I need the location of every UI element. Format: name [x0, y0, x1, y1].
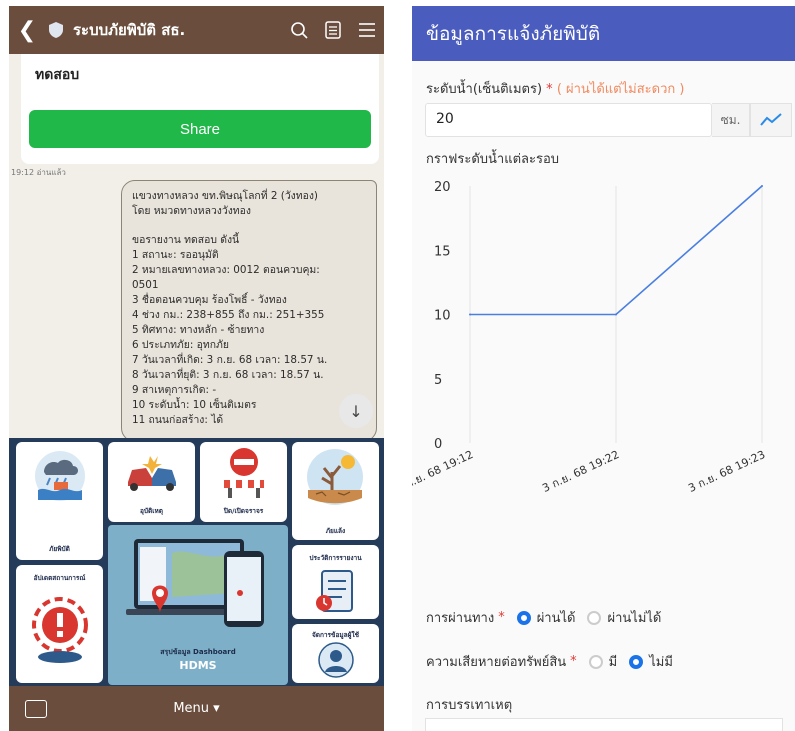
message-bubble: แขวงทางหลวง ขท.พิษณุโลกที่ 2 (วังทอง) โด…	[121, 180, 377, 442]
radio-label: ผ่านได้	[536, 611, 576, 626]
property-label: ความเสียหายต่อทรัพย์สิน	[426, 655, 567, 670]
car-crash-icon	[128, 456, 176, 491]
message-line: 11 ถนนก่อสร้าง: ได้	[132, 414, 224, 426]
alert-map-pin-icon	[32, 597, 88, 663]
data-point	[469, 313, 471, 316]
graph-toggle-button[interactable]	[750, 103, 792, 137]
report-document-icon	[316, 570, 353, 612]
scroll-down-arrow-icon[interactable]: ↓	[339, 394, 373, 428]
message-line: 0501	[132, 279, 159, 291]
message-timestamp: 19:12 อ่านแล้ว	[11, 168, 66, 177]
form-screen: ข้อมูลการแจ้งภัยพิบัติ ระดับน้ำ(เซ็นติเม…	[412, 6, 795, 731]
required-mark: *	[546, 82, 553, 97]
x-tick-label: 3 ก.ย. 68 19:23	[686, 448, 767, 495]
card-title: ทดสอบ	[35, 67, 80, 83]
water-level-input[interactable]: 20	[425, 103, 712, 137]
share-button[interactable]: Share	[29, 110, 371, 148]
required-mark: *	[570, 654, 577, 669]
drought-icon	[307, 449, 363, 505]
cause-label: การบรรเทาเหตุ	[426, 698, 513, 713]
passage-label: การผ่านทาง	[426, 611, 495, 626]
menu-toggle[interactable]: Menu ▾	[9, 701, 384, 716]
flex-message-card: ทดสอบ Share	[21, 54, 379, 164]
data-point	[615, 313, 617, 316]
property-radio-group: ความเสียหายต่อทรัพย์สิน * มี ไม่มี	[426, 651, 673, 672]
unit-label: ซม.	[712, 103, 750, 137]
message-line: 10 ระดับน้ำ: 10 เซ็นติเมตร	[132, 399, 257, 411]
y-tick-label: 15	[434, 244, 451, 259]
message-line: 8 วันเวลาที่ยุติ: 3 ก.ย. 68 เวลา: 18.57 …	[132, 369, 324, 381]
passage-radio-group: การผ่านทาง * ผ่านได้ ผ่านไม่ได้	[426, 607, 661, 628]
hdms-logo-text: HDMS	[179, 659, 217, 672]
menu-tile-road-closure[interactable]: ปิด/เปิดจราจร	[200, 442, 287, 522]
y-tick-label: 0	[434, 437, 442, 452]
message-line: 1 สถานะ: รออนุมัติ	[132, 249, 219, 261]
menu-tile-report-history[interactable]: ประวัติการรายงาน	[292, 545, 379, 619]
message-line: 3 ชื่อตอนควบคุม ร้องโพธิ์ - วังทอง	[132, 294, 287, 306]
road-block-icon	[224, 448, 264, 498]
shield-icon	[45, 19, 67, 41]
message-line: 5 ทิศทาง: ทางหลัก - ซ้ายทาง	[132, 324, 265, 336]
tile-label: อุบัติเหตุ	[140, 507, 163, 515]
message-line: 6 ประเภทภัย: อุทกภัย	[132, 339, 229, 351]
menu-tile-user-data[interactable]: จัดการข้อมูลผู้ใช้	[292, 624, 379, 683]
chat-screen: ❮ ระบบภัยพิบัติ สธ. ทดสอบ Share 19:12 อ่…	[9, 6, 384, 731]
back-icon[interactable]: ❮	[9, 18, 45, 43]
radio-label: มี	[608, 655, 618, 670]
chat-bottombar: Menu ▾	[9, 686, 384, 731]
menu-tile-disaster[interactable]: ภัยพิบัติ	[16, 442, 103, 560]
required-mark: *	[498, 610, 505, 625]
radio-passable[interactable]	[516, 610, 531, 625]
radio-no-damage[interactable]	[629, 654, 644, 669]
water-level-label: ระดับน้ำ(เซ็นติเมตร) * ( ผ่านได้แต่ไม่สะ…	[426, 78, 684, 99]
tile-label: ปิด/เปิดจราจร	[223, 507, 264, 515]
radio-has-damage[interactable]	[588, 654, 603, 669]
y-tick-label: 20	[434, 180, 451, 195]
chat-topbar: ❮ ระบบภัยพิบัติ สธ.	[9, 6, 384, 54]
y-tick-label: 10	[434, 309, 451, 324]
tile-label: ภัยพิบัติ	[49, 545, 70, 553]
message-line: 2 หมายเลขทางหลวง: 0012 ตอนควบคุม:	[132, 264, 320, 276]
hamburger-menu-icon[interactable]	[350, 13, 384, 47]
radio-not-passable[interactable]	[587, 610, 602, 625]
data-point	[761, 185, 763, 187]
tile-label: ภัยแล้ง	[325, 527, 346, 535]
menu-tile-drought[interactable]: ภัยแล้ง	[292, 442, 379, 540]
water-level-label-text: ระดับน้ำ(เซ็นติเมตร)	[426, 82, 543, 97]
cause-input[interactable]	[425, 718, 783, 731]
menu-tile-situation-update[interactable]: อัปเดตสถานการณ์	[16, 565, 103, 683]
screen: ❮ ระบบภัยพิบัติ สธ. ทดสอบ Share 19:12 อ่…	[0, 0, 795, 731]
message-line: โดย หมวดทางหลวงวังทอง	[132, 205, 251, 217]
trend-chart-icon	[760, 113, 782, 126]
water-level-hint: ( ผ่านได้แต่ไม่สะดวก )	[556, 82, 685, 97]
tile-label: จัดการข้อมูลผู้ใช้	[311, 631, 360, 639]
radio-label: ผ่านไม่ได้	[607, 611, 662, 626]
radio-label: ไม่มี	[649, 655, 673, 670]
message-line: 9 สาเหตุการเกิด: -	[132, 384, 217, 396]
message-line: 4 ช่วง กม.: 238+855 ถึง กม.: 251+355	[132, 309, 325, 321]
user-profile-icon	[318, 642, 354, 678]
tile-label: อัปเดตสถานการณ์	[33, 574, 86, 582]
form-title: ข้อมูลการแจ้งภัยพิบัติ	[426, 22, 601, 45]
form-appbar: ข้อมูลการแจ้งภัยพิบัติ	[412, 6, 795, 61]
x-tick-label: ก.ย. 68 19:12	[412, 448, 475, 491]
x-tick-label: 3 ก.ย. 68 19:22	[540, 448, 621, 495]
menu-tile-dashboard[interactable]: สรุปข้อมูล Dashboard HDMS	[108, 525, 288, 685]
message-line: 7 วันเวลาที่เกิด: 3 ก.ย. 68 เวลา: 18.57 …	[132, 354, 328, 366]
graph-title: กราฟระดับน้ำแต่ละรอบ	[426, 152, 560, 167]
dashboard-devices-icon	[126, 539, 264, 627]
y-tick-label: 5	[434, 373, 442, 388]
tile-label: สรุปข้อมูล Dashboard	[160, 648, 236, 656]
chat-title: ระบบภัยพิบัติ สธ.	[73, 21, 186, 39]
message-line: ขอรายงาน ทดสอบ ดังนี้	[132, 234, 240, 246]
search-icon[interactable]	[282, 13, 316, 47]
water-level-chart: 0 5 10 15 20 ก.ย. 68 19:12 3 ก.ย. 68 19:22 3 ก.…	[412, 180, 767, 495]
notes-icon[interactable]	[316, 13, 350, 47]
message-line: แขวงทางหลวง ขท.พิษณุโลกที่ 2 (วังทอง)	[132, 190, 318, 202]
flood-icon	[35, 451, 85, 501]
tile-label: ประวัติการรายงาน	[309, 554, 362, 562]
menu-tile-accident[interactable]: อุบัติเหตุ	[108, 442, 195, 522]
